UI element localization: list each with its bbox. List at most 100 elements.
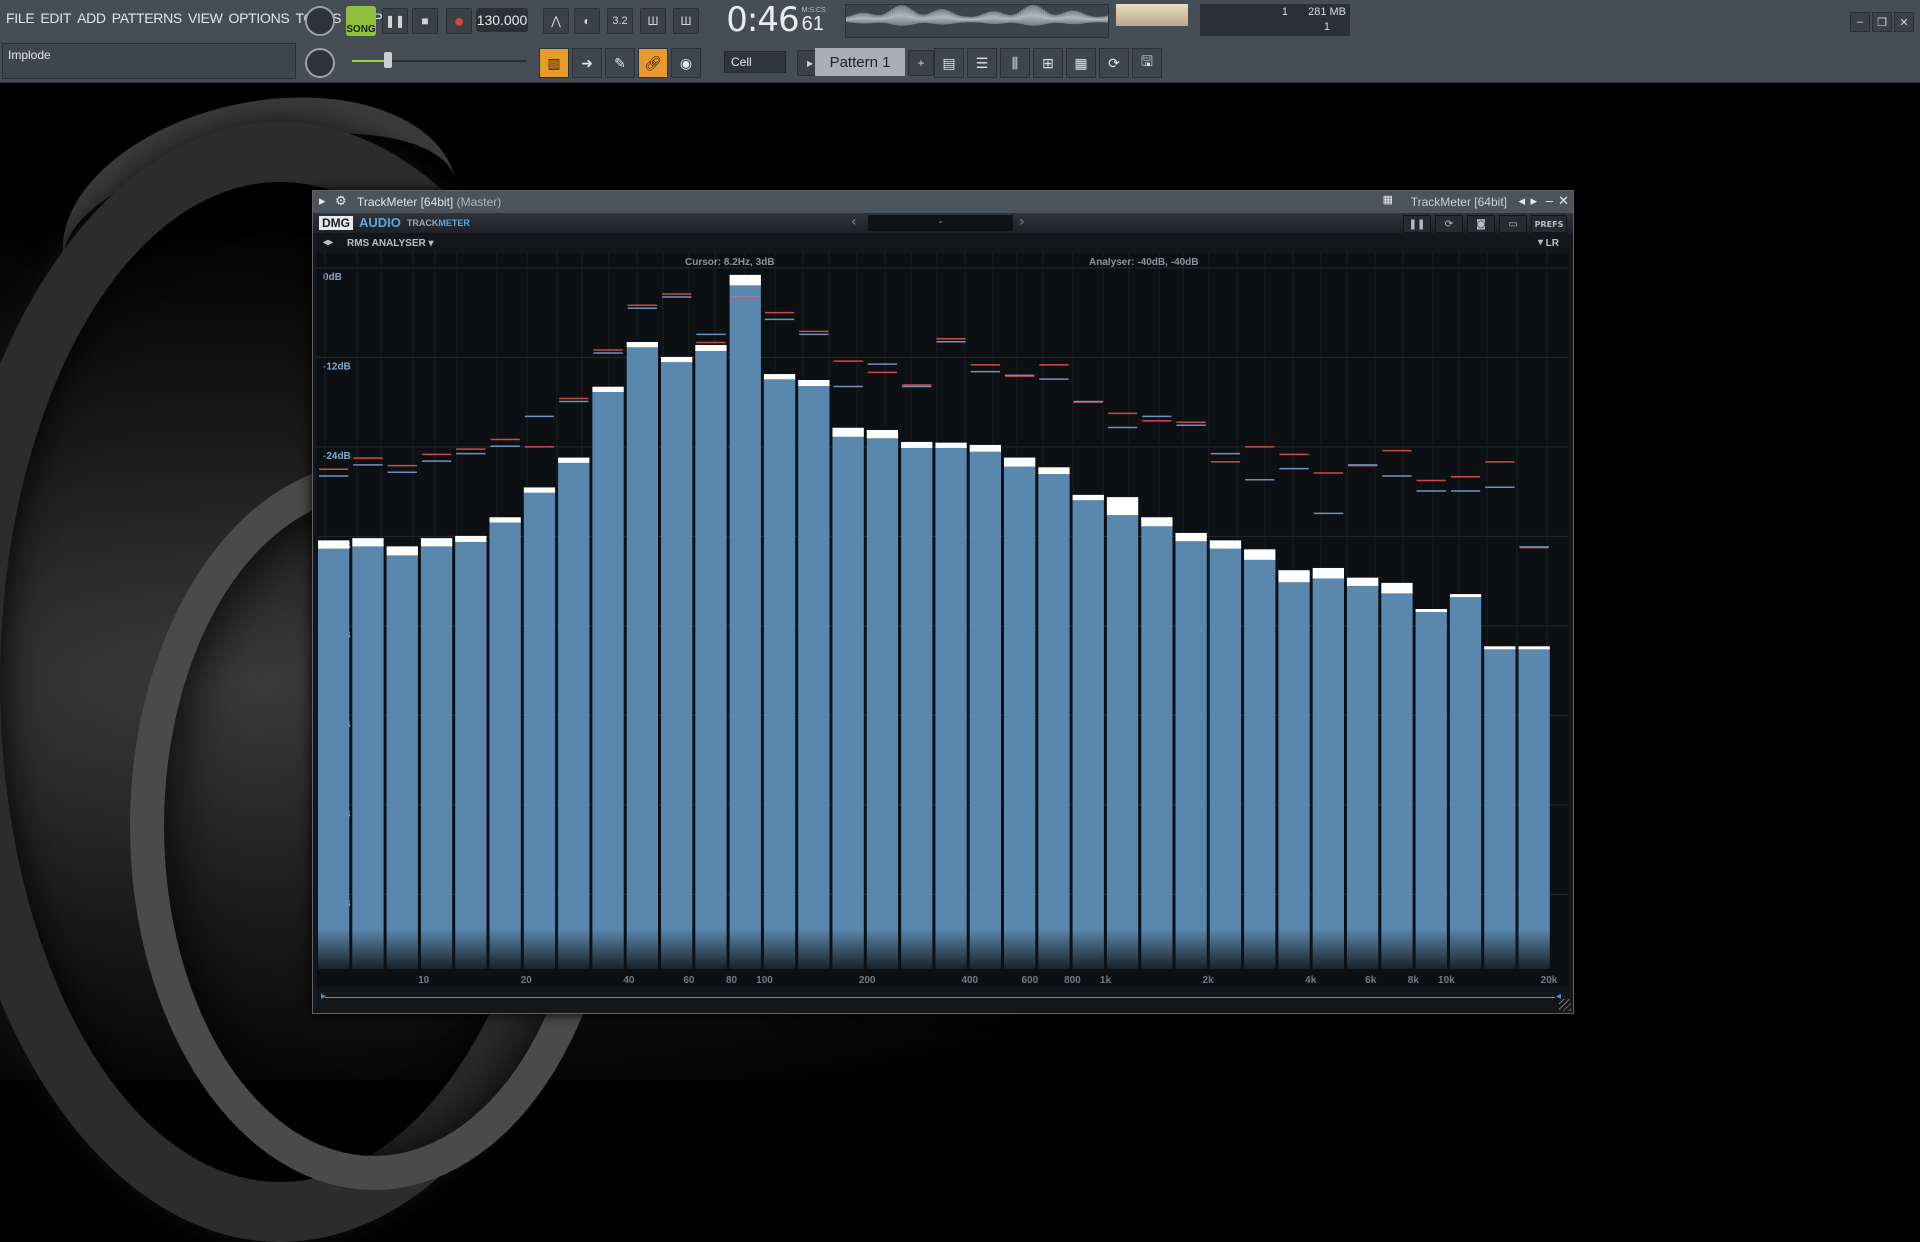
spectrum-bar — [1312, 577, 1344, 969]
peak-cap — [832, 427, 864, 437]
gear-icon[interactable]: ⚙ — [335, 193, 347, 209]
x-tick-label: 20 — [521, 975, 533, 986]
master-volume-knob[interactable] — [305, 6, 335, 36]
snap-selector[interactable]: Cell — [724, 51, 786, 73]
x-tick-label: 8k — [1408, 975, 1420, 986]
close-plugin-icon[interactable]: ✕ — [1558, 193, 1569, 209]
menu-view[interactable]: VIEW — [188, 10, 223, 26]
peak-cap — [318, 540, 350, 549]
spectrum-bar — [1004, 465, 1036, 969]
magnet-icon[interactable]: ◉ — [671, 48, 701, 78]
view-toolbar: ▥ ➜ ✎ 🔗︎ ◉ — [539, 48, 701, 78]
collapse-arrow-icon[interactable]: ▸ — [319, 193, 326, 209]
channel-selector[interactable]: LR — [1546, 238, 1559, 249]
frequency-scrollbar[interactable]: ▸ ◂ — [317, 991, 1569, 1005]
tempo-display[interactable]: 130.000 — [476, 8, 528, 32]
preset-list-icon[interactable]: ▦ — [1383, 193, 1393, 206]
peak-cap — [1072, 494, 1104, 501]
minimize-plugin-icon[interactable]: – — [1546, 193, 1553, 208]
rms-analyser-chart: 0dB-12dB-24dB-36dB-48dB-60dB-72dB-84dB10… — [317, 253, 1569, 986]
resize-grip[interactable] — [1559, 999, 1571, 1011]
output-level-meter — [1116, 4, 1188, 26]
spectrum-bar — [832, 435, 864, 969]
step-edit-icon[interactable]: Ш — [640, 8, 666, 34]
peak-cap — [1038, 467, 1070, 475]
analyser-mode-bar: ◂▸ RMS ANALYSER ▾ ▾ LR — [313, 233, 1573, 253]
reload-icon[interactable]: ⟳ — [1099, 48, 1129, 78]
spectrum-bar — [1209, 547, 1242, 969]
cursor-readout: Cursor: 8.2Hz, 3dB — [685, 257, 774, 268]
analyser-mode-selector[interactable]: RMS ANALYSER ▾ — [347, 238, 434, 249]
mode-arrows-icon[interactable]: ◂▸ — [323, 237, 333, 248]
x-tick-label: 400 — [961, 975, 978, 986]
pencil-icon[interactable]: ✎ — [605, 48, 635, 78]
spectrum-bar — [1072, 499, 1104, 969]
preset-prev-icon[interactable]: ‹ — [851, 214, 857, 230]
mixer-icon[interactable]: ⫼ — [1000, 48, 1030, 78]
browser-icon[interactable]: ⊞ — [1033, 48, 1063, 78]
save-icon[interactable]: 🖫︎ — [1132, 48, 1162, 78]
restore-icon[interactable]: ❐ — [1872, 12, 1892, 32]
countdown-icon[interactable]: 3.2 — [607, 8, 633, 34]
peak-cap — [1141, 517, 1173, 527]
pattern-selector[interactable]: Pattern 1 — [815, 48, 905, 76]
loop-record-icon[interactable]: Ш — [673, 8, 699, 34]
add-pattern-button[interactable]: + — [908, 50, 934, 76]
song-position-display[interactable]: 0:46 M:S:CS 61 — [726, 0, 825, 40]
prefs-button[interactable]: PREFS — [1531, 215, 1567, 233]
spectrum-bar — [386, 554, 418, 969]
piano-roll-icon[interactable]: ▥ — [539, 48, 569, 78]
x-tick-label: 10k — [1438, 975, 1455, 986]
wait-input-icon[interactable]: ◐ — [574, 8, 600, 34]
channel-dropdown-icon[interactable]: ▾ — [1538, 237, 1543, 248]
peak-cap — [489, 517, 521, 523]
reset-icon[interactable]: ⟳ — [1435, 215, 1463, 233]
snapshot-icon[interactable]: ◙ — [1467, 215, 1495, 233]
spectrum-bar — [626, 346, 658, 970]
spectrum-bar — [1484, 648, 1516, 969]
pause-analysis-icon[interactable]: ❚❚ — [1403, 215, 1431, 233]
menu-file[interactable]: FILE — [6, 10, 35, 26]
peak-cap — [901, 441, 933, 448]
plugin-titlebar[interactable]: ▸ ⚙ TrackMeter [64bit] (Master) ▦ TrackM… — [313, 191, 1573, 213]
menu-patterns[interactable]: PATTERNS — [112, 10, 183, 26]
menu-edit[interactable]: EDIT — [40, 10, 71, 26]
pause-button[interactable]: ❚❚ — [382, 8, 408, 34]
menu-add[interactable]: ADD — [77, 10, 106, 26]
song-mode-button[interactable]: SONG — [346, 6, 376, 36]
next-preset-icon[interactable]: ▸ — [1530, 193, 1537, 209]
y-tick-label: -12dB — [323, 361, 351, 372]
peak-cap — [798, 380, 830, 387]
close-icon[interactable]: ✕ — [1894, 12, 1914, 32]
x-tick-label: 80 — [726, 975, 738, 986]
channel-rack-icon[interactable]: ☰ — [967, 48, 997, 78]
peak-cap — [1347, 577, 1379, 586]
playlist-icon[interactable]: ▤ — [934, 48, 964, 78]
oscilloscope-display — [845, 4, 1109, 38]
minimize-icon[interactable]: – — [1850, 12, 1870, 32]
bottom-fade — [317, 929, 1569, 969]
metronome-icon[interactable]: ⋀ — [543, 8, 569, 34]
record-button[interactable]: ● — [446, 8, 472, 34]
stop-button[interactable]: ■ — [412, 8, 438, 34]
peak-cap — [1312, 567, 1344, 579]
prev-preset-icon[interactable]: ◂ — [1518, 193, 1525, 209]
spectrum-bar — [1244, 558, 1276, 969]
main-pitch-knob[interactable] — [305, 48, 335, 78]
rms-analyser-plot[interactable]: 0dB-12dB-24dB-36dB-48dB-60dB-72dB-84dB10… — [317, 253, 1569, 987]
cpu-memory-panel: 1 281 MB 1 — [1200, 4, 1350, 36]
preset-next-icon[interactable]: › — [1019, 214, 1025, 230]
link-icon[interactable]: 🔗︎ — [638, 48, 668, 78]
display-icon[interactable]: ▭ — [1499, 215, 1527, 233]
plugin-picker-icon[interactable]: ▦ — [1066, 48, 1096, 78]
spectrum-bar — [1278, 581, 1310, 969]
preset-field[interactable]: - — [868, 215, 1013, 231]
spectrum-bar — [1518, 648, 1550, 969]
master-volume-slider[interactable] — [352, 52, 527, 68]
trackmeter-window: ▸ ⚙ TrackMeter [64bit] (Master) ▦ TrackM… — [312, 190, 1574, 1014]
spectrum-bar — [763, 378, 796, 969]
menu-options[interactable]: OPTIONS — [229, 10, 290, 26]
peak-cap — [1209, 540, 1242, 549]
peak-cap — [1106, 497, 1139, 516]
arrow-icon[interactable]: ➜ — [572, 48, 602, 78]
